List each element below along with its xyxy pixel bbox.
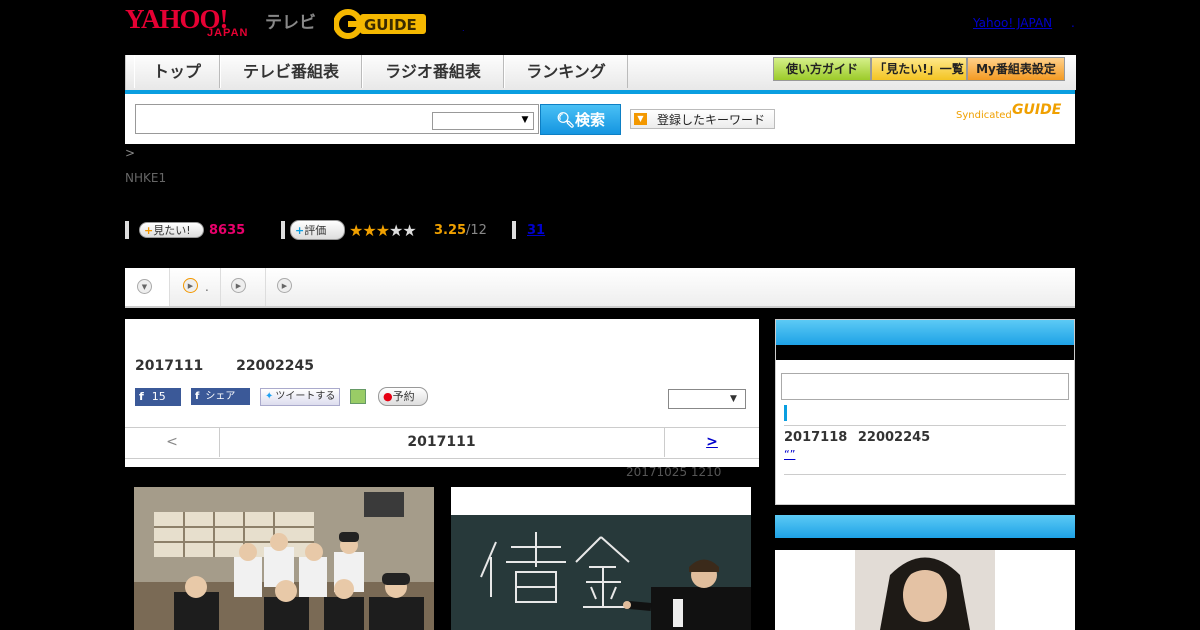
prev-date-button[interactable]: < xyxy=(125,427,220,457)
want-list-button[interactable]: 「見たい!」一覧 xyxy=(871,57,967,81)
dropdown-arrow-icon: ▼ xyxy=(634,113,647,125)
current-date: 2017111 xyxy=(407,434,476,450)
rate-button[interactable]: +評価 xyxy=(290,220,345,240)
calendar-add-icon[interactable] xyxy=(350,389,366,404)
search-button-label: 検索 xyxy=(575,111,606,129)
chevron-down-icon: ▼ xyxy=(137,279,152,294)
star-empty-icon: ★ xyxy=(402,221,416,240)
divider xyxy=(784,474,1066,475)
sidebar-header-bar xyxy=(776,345,1074,360)
facebook-like-count: 15 xyxy=(151,390,166,403)
reserve-button[interactable]: ●予約 xyxy=(378,387,428,406)
rating-stars: ★★★★★ xyxy=(349,221,417,240)
plus-icon: + xyxy=(295,224,305,237)
chevron-down-icon: ▼ xyxy=(521,115,529,125)
sidebar-header xyxy=(776,320,1074,345)
star-icon: ★ xyxy=(349,221,363,240)
tab-4[interactable]: ▶ xyxy=(266,268,310,306)
rating-count: /12 xyxy=(466,223,487,238)
registered-keywords-button[interactable]: 登録したキーワード xyxy=(630,109,775,129)
related-cast-image[interactable] xyxy=(795,550,1055,630)
facebook-icon: f xyxy=(139,390,144,403)
nav-radio-schedule[interactable]: ラジオ番組表 xyxy=(362,55,504,88)
tab-2[interactable]: ▶ . xyxy=(170,268,221,306)
facebook-share-label: シェア xyxy=(205,391,236,402)
plus-icon: + xyxy=(144,224,154,237)
facebook-share-button[interactable]: f シェア xyxy=(191,388,250,405)
next-broadcast-date: 2017118 xyxy=(784,430,848,445)
tweet-label: ツイートする xyxy=(275,391,336,402)
nav-ranking[interactable]: ランキング xyxy=(504,55,628,88)
search-icon: 🔍︎ xyxy=(555,111,576,129)
tab-3[interactable]: ▶ xyxy=(221,268,266,306)
play-icon: ▶ xyxy=(277,278,292,293)
program-time: 22002245 xyxy=(236,358,315,374)
facebook-icon: f xyxy=(195,391,200,402)
star-icon: ★ xyxy=(375,221,390,240)
search-button[interactable]: 🔍︎検索 xyxy=(540,104,621,135)
header-separator: . xyxy=(462,24,465,33)
updated-timestamp: 20171025 1210 xyxy=(626,465,722,479)
want-button[interactable]: +見たい! xyxy=(139,222,204,238)
divider xyxy=(125,221,129,239)
next-broadcast-link[interactable]: “” xyxy=(784,448,866,461)
tv-logo-text: テレビ xyxy=(265,13,316,33)
chevron-down-icon: ▼ xyxy=(730,394,737,404)
yahoo-japan-logo-text: JAPAN xyxy=(207,27,249,39)
divider xyxy=(784,425,1066,426)
tab-2-label: . xyxy=(205,280,209,294)
tweet-button[interactable]: ✦ ツイートする xyxy=(260,388,340,406)
reviews-link[interactable]: 31 xyxy=(527,223,545,238)
sidebar-input[interactable] xyxy=(781,373,1069,400)
my-schedule-button[interactable]: My番組表設定 xyxy=(967,57,1065,81)
rate-button-label: 評価 xyxy=(304,224,327,237)
divider xyxy=(281,221,285,239)
twitter-icon: ✦ xyxy=(265,391,274,402)
sidebar-header xyxy=(775,515,1075,538)
nav-tv-schedule[interactable]: テレビ番組表 xyxy=(220,55,362,88)
record-icon: ● xyxy=(383,390,393,403)
guide-button[interactable]: 使い方ガイド xyxy=(773,57,871,81)
play-icon: ▶ xyxy=(231,278,246,293)
next-broadcast-box xyxy=(775,319,1075,505)
next-date-link[interactable]: > xyxy=(664,427,759,457)
rating-score: 3.25 xyxy=(434,223,467,238)
reserve-label: 予約 xyxy=(392,390,415,403)
yahoo-japan-link[interactable]: Yahoo! JAPAN xyxy=(973,16,1052,30)
program-image-cast[interactable] xyxy=(134,487,434,630)
breadcrumb[interactable]: > xyxy=(125,146,135,160)
gguide-logo[interactable]: GUIDE xyxy=(333,8,428,40)
play-icon: ▶ xyxy=(183,278,198,293)
next-broadcast-datetime: 2017118 22002245 xyxy=(784,430,930,445)
sidebar-header-bar xyxy=(775,538,1075,550)
program-date: 2017111 xyxy=(135,358,204,374)
star-icon: ★ xyxy=(362,221,376,240)
header-separator-right: . xyxy=(1071,16,1075,30)
next-broadcast-time: 22002245 xyxy=(857,430,931,445)
svg-text:GUIDE: GUIDE xyxy=(364,16,417,34)
nav-top[interactable]: トップ xyxy=(134,55,220,88)
program-title: 2017111 22002245 xyxy=(135,358,314,374)
want-button-label: 見たい! xyxy=(153,224,191,237)
want-count: 8635 xyxy=(209,223,246,238)
tab-program-info[interactable]: ▼ xyxy=(125,268,170,306)
program-image-chalkboard[interactable] xyxy=(451,487,751,630)
facebook-like-button[interactable]: f 15 xyxy=(135,388,181,406)
channel-name: NHKE1 xyxy=(125,171,167,185)
section-marker xyxy=(784,405,787,421)
syndicated-gguide-logo: GUIDE xyxy=(1012,102,1062,118)
syndicated-label: Syndicated xyxy=(956,110,1012,121)
divider xyxy=(512,221,516,239)
star-empty-icon: ★ xyxy=(389,221,403,240)
